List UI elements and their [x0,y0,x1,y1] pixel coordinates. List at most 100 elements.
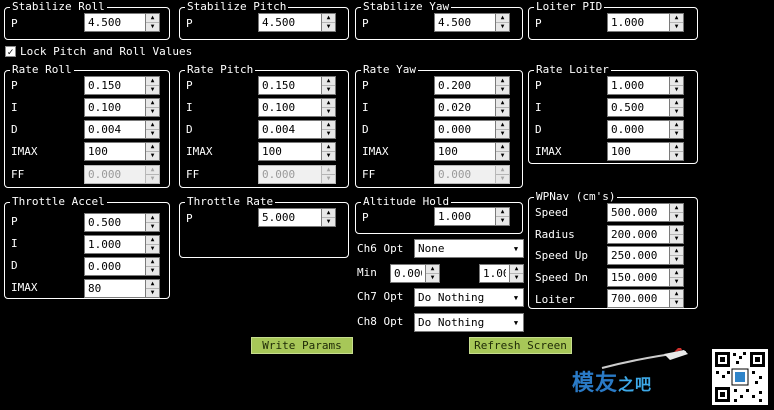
throttle-accel-imax-input[interactable] [84,279,146,298]
spin-down-icon[interactable]: ▼ [670,86,683,94]
wpnav-loiter-spinner[interactable]: ▲▼ [607,289,684,308]
wpnav-speed-up-input[interactable] [607,246,670,265]
spin-down-icon[interactable]: ▼ [146,267,159,275]
spin-down-icon[interactable]: ▼ [322,108,335,116]
spin-down-icon[interactable]: ▼ [670,256,683,264]
spin-down-icon[interactable]: ▼ [146,245,159,253]
ch7-opt-select[interactable]: Do Nothing ▼ [414,288,524,307]
throttle-accel-d-spinner[interactable]: ▲▼ [84,257,160,276]
rate-roll-imax-input[interactable] [84,142,146,161]
throttle-accel-i-spinner[interactable]: ▲▼ [84,235,160,254]
altitude-hold-p-spinner[interactable]: ▲▼ [434,207,510,226]
spin-up-icon[interactable]: ▲ [322,121,335,130]
stabilize-pitch-p-input[interactable] [258,13,322,32]
min-spinner[interactable]: ▲▼ [390,264,440,283]
wpnav-speed-dn-spinner[interactable]: ▲▼ [607,268,684,287]
spin-up-icon[interactable]: ▲ [146,14,159,23]
spin-up-icon[interactable]: ▲ [670,247,683,256]
rate-roll-d-spinner[interactable]: ▲▼ [84,120,160,139]
write-params-button[interactable]: Write Params [251,337,353,354]
wpnav-speed-spinner[interactable]: ▲▼ [607,203,684,222]
rate-yaw-p-spinner[interactable]: ▲▼ [434,76,510,95]
spin-down-icon[interactable]: ▼ [322,218,335,226]
wpnav-speed-up-spinner[interactable]: ▲▼ [607,246,684,265]
spin-up-icon[interactable]: ▲ [670,14,683,23]
spin-down-icon[interactable]: ▼ [496,152,509,160]
rate-loiter-p-spinner[interactable]: ▲▼ [607,76,684,95]
spin-up-icon[interactable]: ▲ [146,258,159,267]
spin-down-icon[interactable]: ▼ [496,23,509,31]
spin-up-icon[interactable]: ▲ [146,236,159,245]
rate-loiter-imax-input[interactable] [607,142,670,161]
spin-down-icon[interactable]: ▼ [146,130,159,138]
max-input[interactable] [479,264,510,283]
spin-down-icon[interactable]: ▼ [670,130,683,138]
spin-up-icon[interactable]: ▲ [146,214,159,223]
spin-up-icon[interactable]: ▲ [670,290,683,299]
spin-up-icon[interactable]: ▲ [670,143,683,152]
spin-up-icon[interactable]: ▲ [670,99,683,108]
loiter-pid-p-spinner[interactable]: ▲▼ [607,13,684,32]
rate-pitch-p-spinner[interactable]: ▲▼ [258,76,336,95]
throttle-rate-p-spinner[interactable]: ▲▼ [258,208,336,227]
spin-up-icon[interactable]: ▲ [670,226,683,235]
spin-down-icon[interactable]: ▼ [146,23,159,31]
rate-yaw-imax-input[interactable] [434,142,496,161]
spin-up-icon[interactable]: ▲ [322,99,335,108]
spin-down-icon[interactable]: ▼ [146,108,159,116]
rate-pitch-i-spinner[interactable]: ▲▼ [258,98,336,117]
refresh-screen-button[interactable]: Refresh Screen [469,337,572,354]
wpnav-radius-spinner[interactable]: ▲▼ [607,225,684,244]
rate-yaw-i-spinner[interactable]: ▲▼ [434,98,510,117]
max-spinner[interactable]: ▲▼ [479,264,524,283]
rate-loiter-i-spinner[interactable]: ▲▼ [607,98,684,117]
throttle-accel-i-input[interactable] [84,235,146,254]
spin-up-icon[interactable]: ▲ [496,77,509,86]
spin-down-icon[interactable]: ▼ [322,152,335,160]
spin-down-icon[interactable]: ▼ [496,108,509,116]
rate-yaw-d-spinner[interactable]: ▲▼ [434,120,510,139]
rate-pitch-i-input[interactable] [258,98,322,117]
rate-loiter-d-spinner[interactable]: ▲▼ [607,120,684,139]
spin-up-icon[interactable]: ▲ [146,280,159,289]
throttle-accel-p-spinner[interactable]: ▲▼ [84,213,160,232]
rate-yaw-d-input[interactable] [434,120,496,139]
spin-down-icon[interactable]: ▼ [670,278,683,286]
spin-up-icon[interactable]: ▲ [146,121,159,130]
rate-pitch-imax-input[interactable] [258,142,322,161]
spin-down-icon[interactable]: ▼ [496,86,509,94]
spin-down-icon[interactable]: ▼ [496,130,509,138]
spin-down-icon[interactable]: ▼ [146,152,159,160]
spin-down-icon[interactable]: ▼ [146,223,159,231]
spin-down-icon[interactable]: ▼ [670,23,683,31]
wpnav-loiter-input[interactable] [607,289,670,308]
spin-down-icon[interactable]: ▼ [322,23,335,31]
rate-loiter-i-input[interactable] [607,98,670,117]
altitude-hold-p-input[interactable] [434,207,496,226]
spin-up-icon[interactable]: ▲ [496,99,509,108]
throttle-rate-p-input[interactable] [258,208,322,227]
rate-loiter-p-input[interactable] [607,76,670,95]
spin-up-icon[interactable]: ▲ [322,209,335,218]
rate-roll-imax-spinner[interactable]: ▲▼ [84,142,160,161]
wpnav-speed-dn-input[interactable] [607,268,670,287]
spin-down-icon[interactable]: ▼ [670,152,683,160]
spin-down-icon[interactable]: ▼ [670,235,683,243]
rate-roll-p-input[interactable] [84,76,146,95]
spin-down-icon[interactable]: ▼ [670,299,683,307]
spin-up-icon[interactable]: ▲ [146,143,159,152]
spin-down-icon[interactable]: ▼ [322,86,335,94]
wpnav-speed-input[interactable] [607,203,670,222]
rate-roll-i-spinner[interactable]: ▲▼ [84,98,160,117]
spin-down-icon[interactable]: ▼ [322,130,335,138]
spin-up-icon[interactable]: ▲ [496,121,509,130]
spin-down-icon[interactable]: ▼ [496,217,509,225]
ch8-opt-select[interactable]: Do Nothing ▼ [414,313,524,332]
spin-up-icon[interactable]: ▲ [322,77,335,86]
spin-down-icon[interactable]: ▼ [426,274,439,282]
spin-up-icon[interactable]: ▲ [146,77,159,86]
spin-up-icon[interactable]: ▲ [496,143,509,152]
spin-up-icon[interactable]: ▲ [670,121,683,130]
spin-down-icon[interactable]: ▼ [146,289,159,297]
rate-pitch-d-input[interactable] [258,120,322,139]
